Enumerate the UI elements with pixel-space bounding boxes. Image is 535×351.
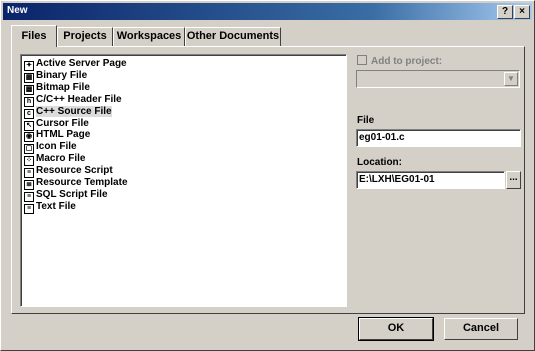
tab-projects[interactable]: Projects (57, 27, 113, 46)
list-item-label: Resource Template (36, 177, 128, 188)
location-input[interactable]: E:\LXH\EG01-01 (356, 171, 505, 189)
list-item[interactable]: ≣ Resource Template (24, 177, 128, 190)
list-item-label: SQL Script File (36, 188, 108, 200)
list-item-label: C/C++ Header File (36, 93, 122, 105)
list-item[interactable]: ✦ Active Server Page (24, 58, 127, 71)
list-item-label: Macro File (36, 153, 86, 165)
list-item[interactable]: h C/C++ Header File (24, 93, 122, 107)
list-item[interactable]: ≡ SQL Script File (24, 188, 108, 202)
tab-other-documents[interactable]: Other Documents (185, 27, 281, 46)
list-item[interactable]: ◉ HTML Page (24, 129, 91, 143)
close-button[interactable]: × (514, 5, 530, 19)
files-panel: ✦ Active Server Page ▦ Binary File ▩ Bitmap F… (11, 46, 525, 314)
list-item-label: Text File (36, 200, 76, 212)
list-item[interactable]: ≡ Resource Script (24, 165, 113, 179)
tab-files[interactable]: Files (11, 25, 57, 47)
ok-button[interactable]: OK (358, 317, 434, 341)
location-label: Location: (357, 157, 402, 168)
text-file-icon: ≡ (24, 203, 34, 214)
list-item-label: Icon File (36, 141, 77, 153)
checkbox-icon (357, 55, 367, 65)
list-item[interactable]: ▢ Icon File (24, 141, 77, 155)
help-button[interactable]: ? (497, 5, 513, 19)
file-type-list[interactable]: ✦ Active Server Page ▦ Binary File ▩ Bitmap F… (20, 54, 347, 307)
options-area: Add to project: ▼ File eg01-01.c Locatio… (355, 47, 521, 315)
list-item-label: Resource Script (36, 165, 113, 177)
project-select[interactable]: ▼ (356, 70, 520, 88)
cancel-button[interactable]: Cancel (444, 318, 518, 340)
new-dialog: New ? × Files Projects Workspaces Other … (0, 0, 535, 351)
list-item[interactable]: ≡ Text File (24, 200, 76, 214)
list-item[interactable]: ▩ Bitmap File (24, 81, 90, 95)
list-item-label: HTML Page (36, 129, 91, 141)
title-bar[interactable]: New ? × (3, 3, 532, 20)
chevron-down-icon[interactable]: ▼ (504, 72, 518, 86)
window-title: New (7, 5, 28, 16)
list-item[interactable]: ↖ Cursor File (24, 117, 89, 131)
list-item-label: Bitmap File (36, 81, 90, 93)
list-item[interactable]: ▦ Binary File (24, 69, 88, 83)
add-to-project-label: Add to project: (371, 56, 443, 67)
list-item-label: C++ Source File (36, 105, 112, 117)
list-item-label: Cursor File (36, 117, 89, 129)
list-item[interactable]: ⁘ Macro File (24, 153, 86, 167)
list-item[interactable]: c C++ Source File (24, 105, 112, 119)
browse-button[interactable]: ... (506, 171, 521, 189)
list-item-label: Binary File (36, 69, 88, 81)
file-label: File (357, 115, 375, 126)
tab-workspaces[interactable]: Workspaces (113, 27, 185, 46)
list-item-label: Active Server Page (36, 58, 127, 69)
file-name-input[interactable]: eg01-01.c (356, 129, 521, 147)
add-to-project-checkbox[interactable]: Add to project: (357, 55, 442, 67)
